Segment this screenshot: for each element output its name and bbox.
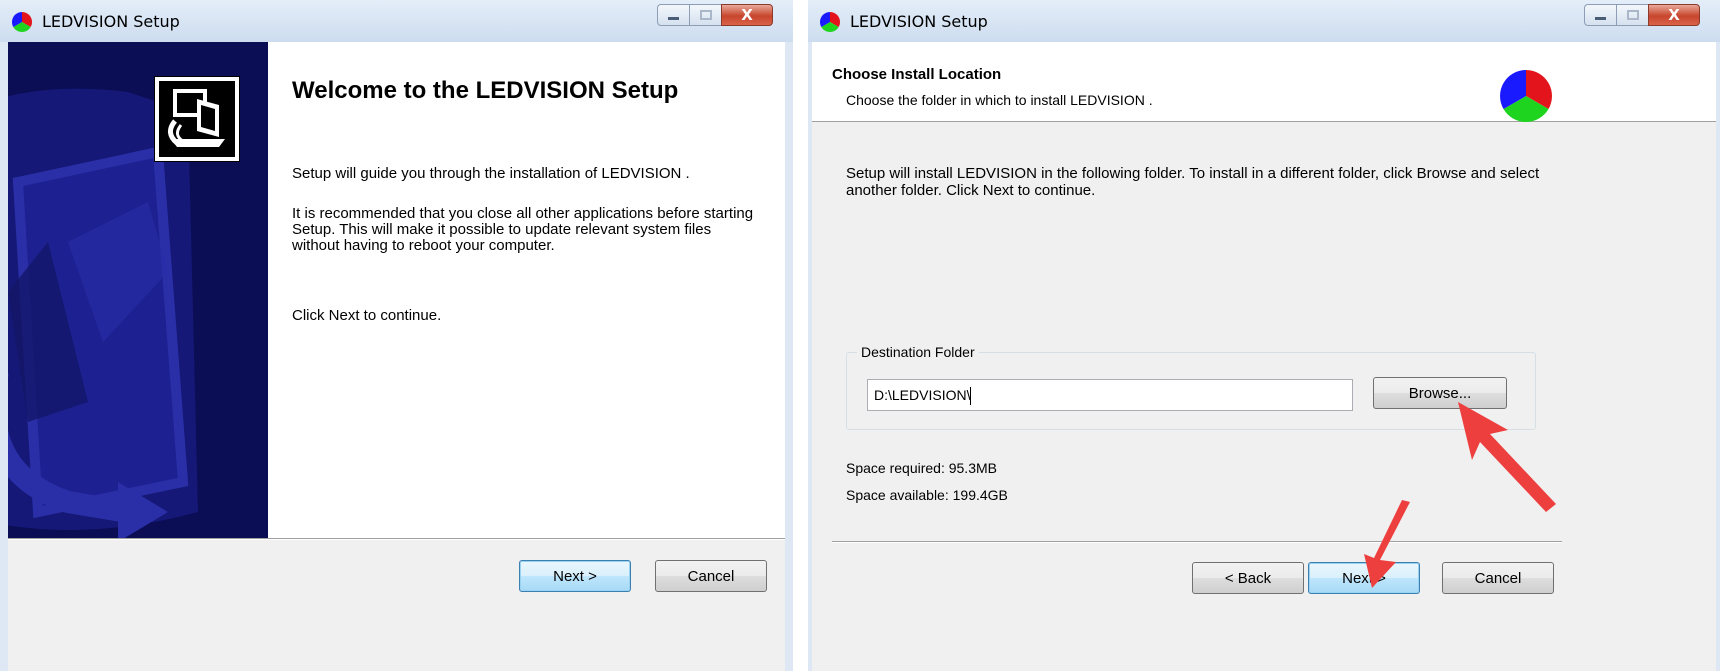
welcome-content: Welcome to the LEDVISION Setup Setup wil…: [268, 42, 785, 538]
ledvision-pie-icon: [1500, 70, 1552, 122]
intro-paragraph: Setup will guide you through the install…: [292, 165, 690, 182]
page-subtitle: Choose the folder in which to install LE…: [846, 92, 1153, 108]
page-header: Choose Install Location Choose the folde…: [812, 42, 1716, 122]
maximize-button[interactable]: [689, 4, 721, 26]
caption-buttons: X: [1584, 4, 1700, 26]
cancel-button[interactable]: Cancel: [655, 560, 767, 592]
title-bar[interactable]: LEDVISION Setup X: [0, 0, 793, 42]
minimize-button[interactable]: [657, 4, 689, 26]
welcome-window: LEDVISION Setup X Welcome to the LEDVISI…: [0, 0, 793, 671]
title-bar[interactable]: LEDVISION Setup X: [808, 0, 1720, 42]
text-caret: [970, 387, 972, 406]
caption-buttons: X: [657, 4, 773, 26]
space-required: Space required: 95.3MB: [846, 460, 997, 476]
minimize-icon: [668, 17, 679, 20]
next-button[interactable]: Next >: [519, 560, 631, 592]
setup-logo: [154, 76, 240, 162]
next-button[interactable]: Next >: [1308, 562, 1420, 594]
footer-divider: [832, 541, 1562, 543]
instructions-text: Setup will install LEDVISION in the foll…: [846, 165, 1540, 199]
ledvision-pie-icon: [820, 12, 840, 32]
welcome-heading: Welcome to the LEDVISION Setup: [292, 77, 679, 104]
maximize-icon: [1627, 10, 1639, 20]
browse-button[interactable]: Browse...: [1373, 377, 1507, 409]
close-icon: X: [741, 6, 753, 24]
recommendation-paragraph: It is recommended that you close all oth…: [292, 205, 754, 254]
destination-folder-group: Destination Folder D:\LEDVISION\ Browse.…: [846, 344, 1536, 430]
close-button[interactable]: X: [1648, 4, 1700, 26]
minimize-button[interactable]: [1584, 4, 1616, 26]
maximize-icon: [700, 10, 712, 20]
back-button[interactable]: < Back: [1192, 562, 1304, 594]
minimize-icon: [1595, 17, 1606, 20]
destination-path-input[interactable]: D:\LEDVISION\: [867, 379, 1353, 411]
install-location-window: LEDVISION Setup X Choose Install Locatio…: [808, 0, 1720, 671]
page-title: Choose Install Location: [832, 66, 1002, 83]
cancel-button[interactable]: Cancel: [1442, 562, 1554, 594]
install-client-area: Choose Install Location Choose the folde…: [812, 42, 1716, 671]
welcome-banner: [8, 42, 268, 538]
ledvision-pie-icon: [12, 12, 32, 32]
destination-path-value: D:\LEDVISION\: [874, 387, 971, 403]
computer-install-icon: [168, 89, 225, 147]
welcome-client-area: Welcome to the LEDVISION Setup Setup wil…: [8, 42, 785, 671]
close-icon: X: [1668, 6, 1680, 24]
continue-paragraph: Click Next to continue.: [292, 307, 442, 324]
close-button[interactable]: X: [721, 4, 773, 26]
space-available: Space available: 199.4GB: [846, 487, 1008, 503]
maximize-button[interactable]: [1616, 4, 1648, 26]
footer-divider: [8, 538, 785, 540]
window-title: LEDVISION Setup: [850, 12, 988, 31]
group-label: Destination Folder: [857, 344, 979, 360]
window-title: LEDVISION Setup: [42, 12, 180, 31]
